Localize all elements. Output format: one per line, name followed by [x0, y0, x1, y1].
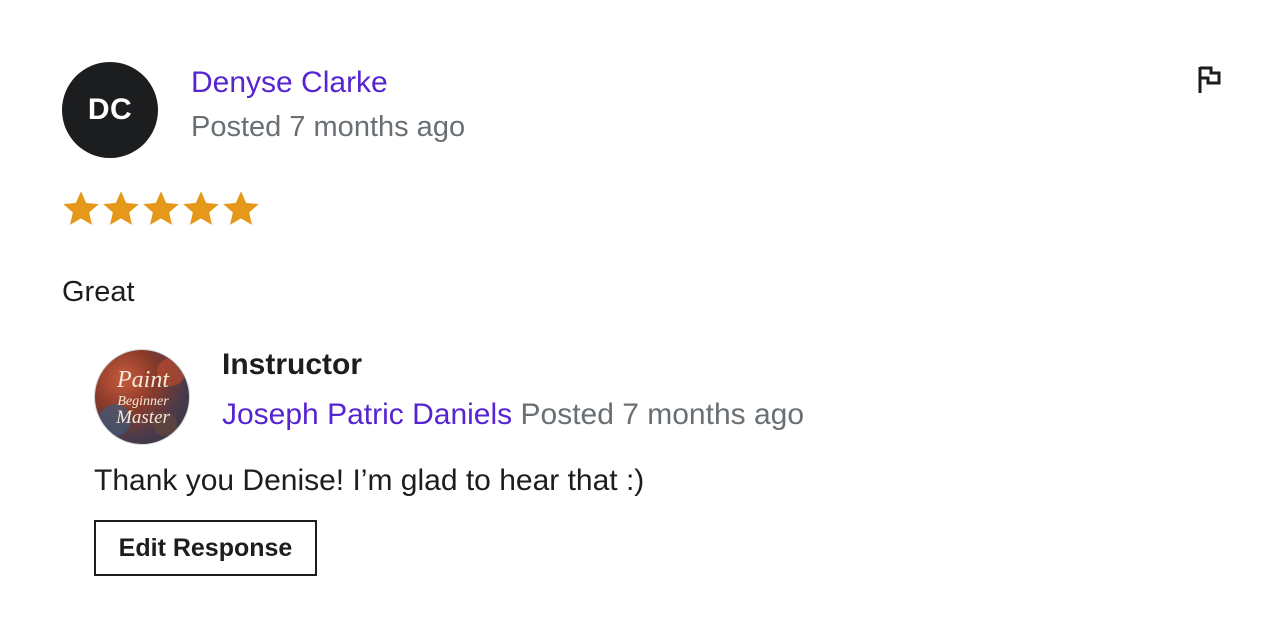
review-posted-time: Posted 7 months ago [191, 111, 466, 143]
logo-line-3: Master [115, 407, 170, 428]
star-icon [143, 191, 179, 225]
star-icon [223, 191, 259, 225]
instructor-role-label: Instructor [222, 348, 363, 381]
avatar-initials: DC [87, 93, 133, 126]
reviewer-name-link[interactable]: Denyse Clarke [191, 66, 388, 100]
response-text: Thank you Denise! I’m glad to hear that … [94, 464, 645, 497]
star-icon [183, 191, 219, 225]
instructor-name-link[interactable]: Joseph Patric Daniels [222, 398, 512, 431]
logo-line-1: Paint [116, 367, 170, 393]
paint-beginner-master-logo: Paint Beginner Master [99, 358, 185, 436]
edit-response-button[interactable]: Edit Response [94, 520, 317, 576]
star-rating [62, 190, 260, 228]
instructor-meta: Joseph Patric Daniels Posted 7 months ag… [222, 398, 804, 432]
star-icon [63, 191, 99, 225]
flag-icon [1198, 66, 1221, 93]
report-flag-button[interactable] [1192, 62, 1226, 96]
review-text: Great [62, 276, 135, 308]
response-posted-time: Posted 7 months ago [520, 398, 805, 431]
star-icon [103, 191, 139, 225]
instructor-avatar: Paint Beginner Master [94, 349, 190, 445]
reviewer-avatar: DC [62, 62, 158, 158]
